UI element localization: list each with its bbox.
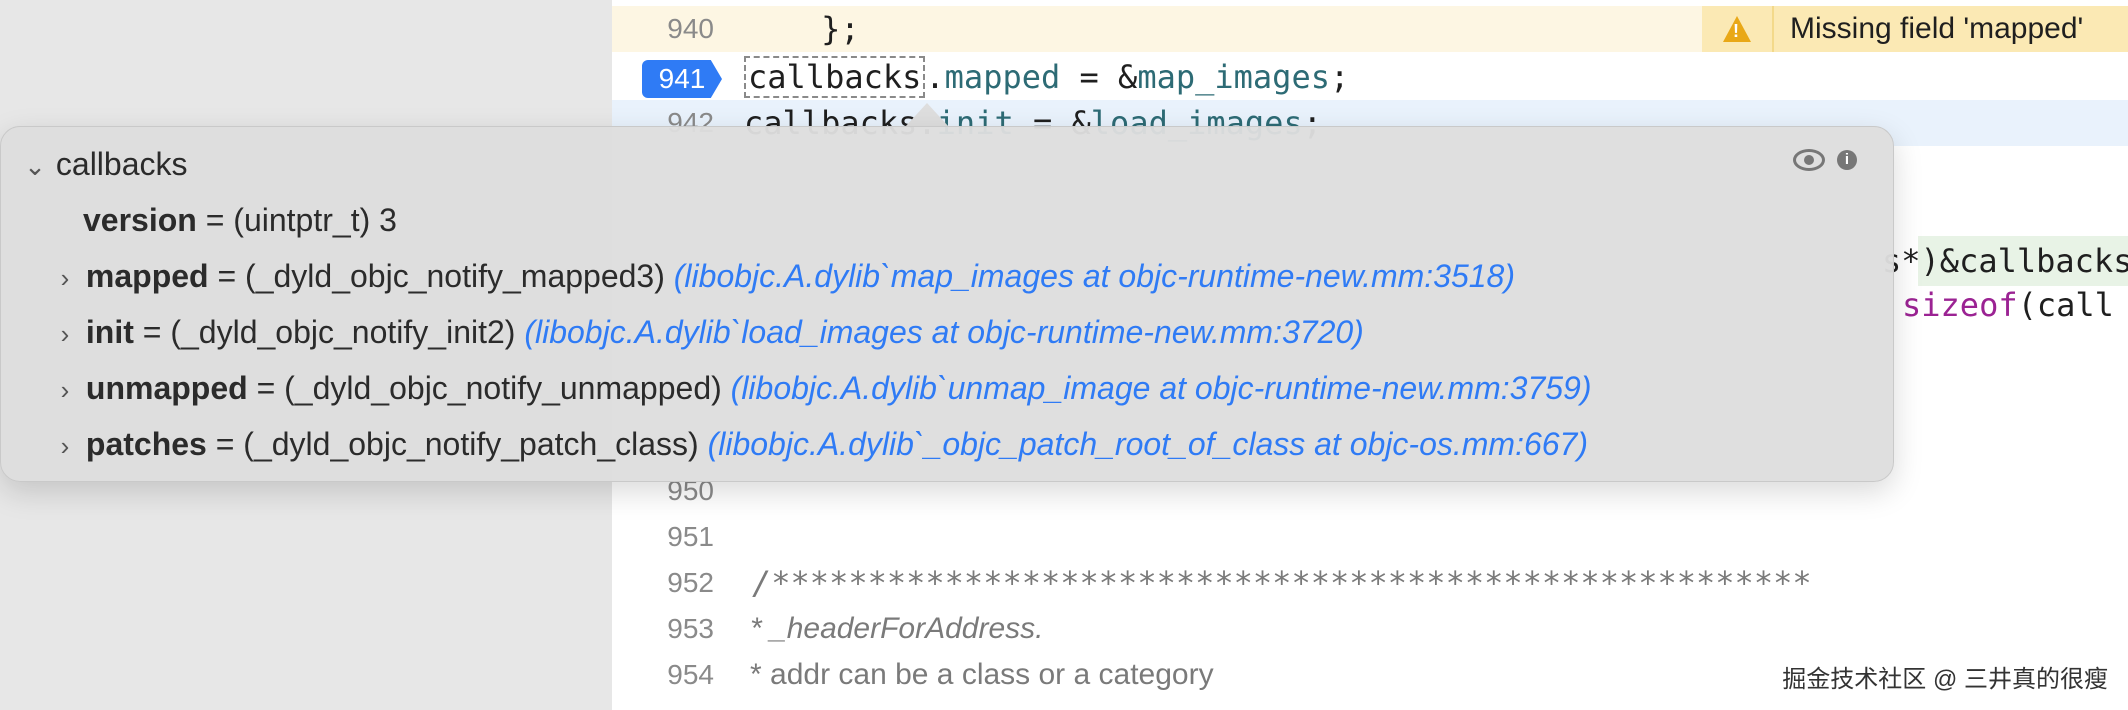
variable-popover[interactable]: ⌄ callbacks i version = (uintptr_t) 3 › … <box>0 126 1894 482</box>
code-line-952[interactable]: 952 /***********************************… <box>612 560 2128 606</box>
eye-icon[interactable] <box>1793 149 1825 171</box>
code-fragment: s*)&callbacks <box>1882 242 2128 280</box>
source-link[interactable]: (libobjc.A.dylib`unmap_image at objc-run… <box>731 370 1592 406</box>
warning-text: Missing field 'mapped' <box>1790 12 2084 45</box>
popover-row-mapped[interactable]: › mapped = (_dyld_objc_notify_mapped3) (… <box>53 253 1515 299</box>
line-number: 951 <box>667 521 714 552</box>
info-icon[interactable]: i <box>1837 150 1857 170</box>
breakpoint-marker[interactable]: 941 <box>642 60 722 98</box>
chevron-right-icon[interactable]: › <box>53 311 77 357</box>
line-number: 952 <box>667 567 714 598</box>
popover-actions: i <box>1793 149 1857 171</box>
popover-row-version[interactable]: version = (uintptr_t) 3 <box>83 197 397 243</box>
source-link[interactable]: (libobjc.A.dylib`_objc_patch_root_of_cla… <box>708 426 1588 462</box>
chevron-right-icon[interactable]: › <box>53 367 77 413</box>
code-fragment: sizeof(call <box>1902 286 2114 324</box>
code-text: /***************************************… <box>752 564 1812 602</box>
code-line-953[interactable]: 953 * _headerForAddress. <box>612 606 2128 652</box>
source-link[interactable]: (libobjc.A.dylib`map_images at objc-runt… <box>674 258 1515 294</box>
popover-row-unmapped[interactable]: › unmapped = (_dyld_objc_notify_unmapped… <box>53 365 1592 413</box>
source-link[interactable]: (libobjc.A.dylib`load_images at objc-run… <box>524 314 1363 350</box>
popover-root-row[interactable]: ⌄ callbacks <box>23 141 188 189</box>
code-line-951[interactable]: 951 <box>612 514 2128 560</box>
line-number: 954 <box>667 659 714 690</box>
popover-row-patches[interactable]: › patches = (_dyld_objc_notify_patch_cla… <box>53 421 1588 467</box>
code-text: * _headerForAddress. <box>750 612 1044 645</box>
warning-banner[interactable]: ! Missing field 'mapped' <box>1702 6 2128 52</box>
chevron-right-icon[interactable]: › <box>53 255 77 301</box>
root-label: callbacks <box>55 146 188 182</box>
line-number: 940 <box>667 13 714 44</box>
code-text: * addr can be a class or a category <box>750 658 1214 691</box>
code-line-941[interactable]: 941 callbacks .mapped = &map_images; <box>612 54 2128 100</box>
chevron-down-icon[interactable]: ⌄ <box>23 143 47 189</box>
callbacks-token[interactable]: callbacks <box>744 56 926 98</box>
popover-row-init[interactable]: › init = (_dyld_objc_notify_init2) (libo… <box>53 309 1364 355</box>
line-number: 953 <box>667 613 714 644</box>
code-text: }; <box>744 10 860 48</box>
popover-arrow <box>905 103 949 127</box>
code-text: callbacks .mapped = &map_images; <box>744 54 1349 100</box>
chevron-right-icon[interactable]: › <box>53 423 77 469</box>
warning-icon: ! <box>1723 16 1751 42</box>
watermark: 掘金技术社区 @ 三井真的很瘦 <box>1782 666 2108 693</box>
